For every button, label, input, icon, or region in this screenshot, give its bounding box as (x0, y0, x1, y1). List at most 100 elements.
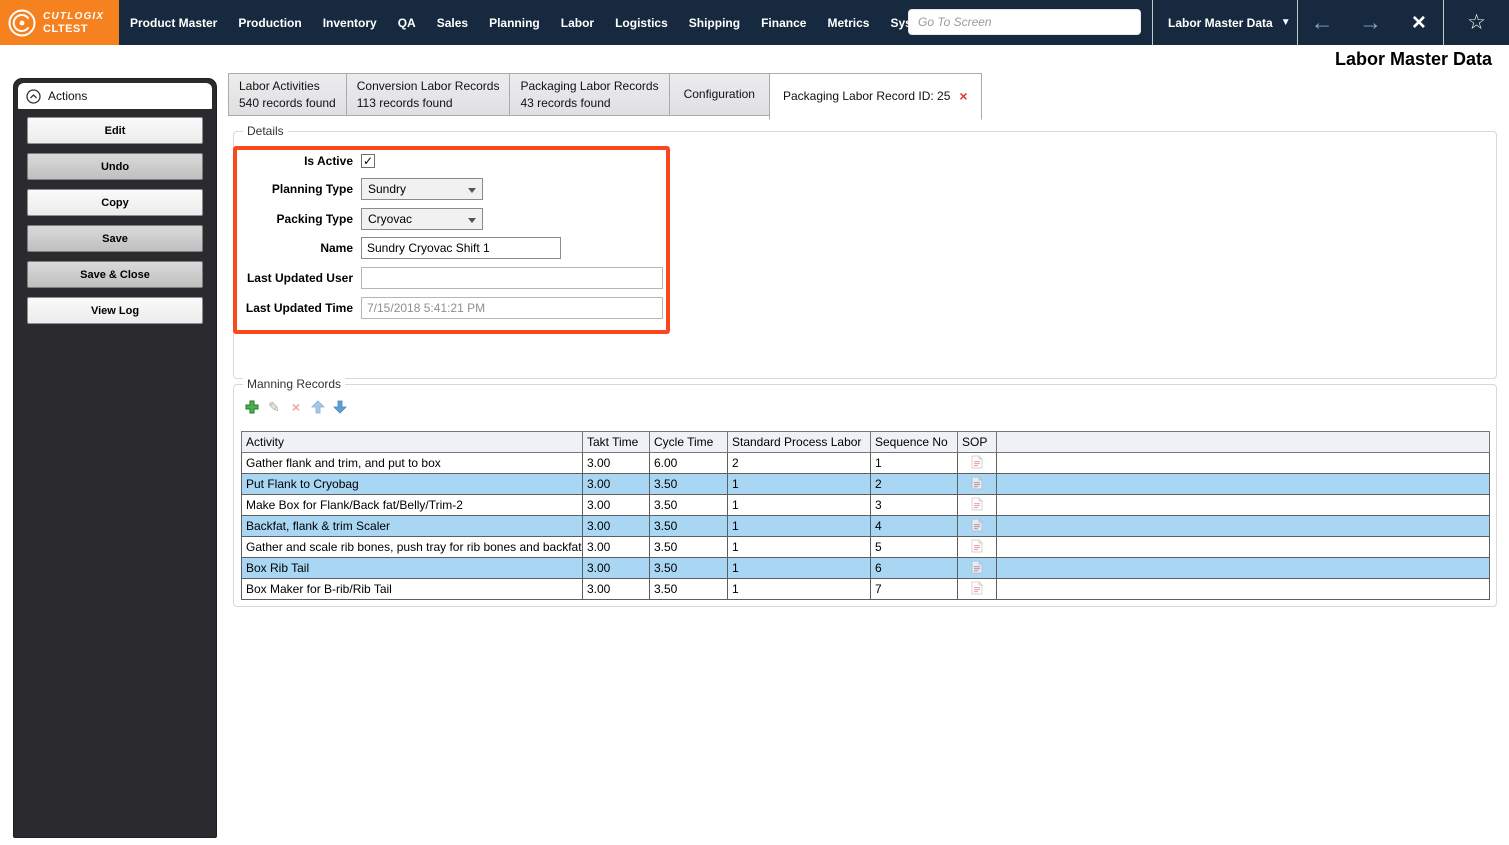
sop-pdf-icon[interactable] (971, 559, 984, 577)
page-title: Labor Master Data (1334, 49, 1492, 69)
brand-name: CUTLOGIX (43, 10, 105, 22)
cell-sequence-no: 5 (870, 536, 958, 558)
cell-activity: Backfat, flank & trim Scaler (241, 515, 583, 537)
cell-filler (996, 494, 1490, 516)
actions-panel: Actions Edit Undo Copy Save Save & Close… (13, 78, 217, 838)
manning-row[interactable]: Gather and scale rib bones, push tray fo… (241, 536, 1490, 558)
save-close-button[interactable]: Save & Close (27, 261, 203, 288)
cell-standard-process-labor: 1 (727, 473, 871, 495)
cell-sequence-no: 3 (870, 494, 958, 516)
tab-close-icon[interactable]: × (959, 88, 967, 105)
go-to-screen-input[interactable] (908, 9, 1141, 35)
col-activity[interactable]: Activity (241, 431, 583, 453)
cell-sequence-no: 2 (870, 473, 958, 495)
menu-shipping[interactable]: Shipping (686, 14, 743, 32)
plus-icon (245, 400, 259, 414)
manning-row[interactable]: Make Box for Flank/Back fat/Belly/Trim-2… (241, 494, 1490, 516)
favorite-button[interactable]: ☆ (1444, 0, 1509, 45)
cell-activity: Box Maker for B-rib/Rib Tail (241, 578, 583, 600)
cell-sop (957, 536, 997, 558)
back-button[interactable]: ← (1298, 0, 1346, 45)
undo-button[interactable]: Undo (27, 153, 203, 180)
is-active-checkbox[interactable]: ✓ (361, 154, 375, 168)
col-sequence-no[interactable]: Sequence No (870, 431, 958, 453)
manning-row[interactable]: Backfat, flank & trim Scaler 3.00 3.50 1… (241, 515, 1490, 537)
sop-pdf-icon[interactable] (971, 475, 984, 493)
col-takt-time[interactable]: Takt Time (582, 431, 650, 453)
cell-sequence-no: 7 (870, 578, 958, 600)
menu-finance[interactable]: Finance (758, 14, 809, 32)
delete-row-button[interactable]: × (288, 399, 304, 415)
move-up-button[interactable] (310, 399, 326, 415)
manning-row[interactable]: Box Rib Tail 3.00 3.50 1 6 (241, 557, 1490, 579)
tab-packaging-labor-record-25[interactable]: Packaging Labor Record ID: 25 × (768, 73, 982, 120)
view-log-button[interactable]: View Log (27, 297, 203, 324)
cell-takt-time: 3.00 (582, 557, 650, 579)
manning-grid-toolbar: ✎ × (244, 398, 348, 416)
cell-takt-time: 3.00 (582, 578, 650, 600)
col-sop[interactable]: SOP (957, 431, 997, 453)
manning-row[interactable]: Gather flank and trim, and put to box 3.… (241, 452, 1490, 474)
packing-type-dropdown[interactable]: Cryovac (361, 208, 483, 230)
last-updated-user-row: Last Updated User (239, 266, 663, 290)
is-active-row: Is Active ✓ (239, 149, 375, 173)
sop-pdf-icon[interactable] (971, 580, 984, 598)
screen-selector-label: Labor Master Data (1168, 15, 1273, 30)
cell-sop (957, 578, 997, 600)
menu-inventory[interactable]: Inventory (320, 14, 380, 32)
menu-production[interactable]: Production (235, 14, 304, 32)
menu-planning[interactable]: Planning (486, 14, 543, 32)
forward-button[interactable]: → (1346, 0, 1394, 45)
sop-pdf-icon[interactable] (971, 517, 984, 535)
app-logo[interactable]: CUTLOGIX CLTEST (0, 0, 119, 45)
tab-configuration[interactable]: Configuration (668, 73, 770, 116)
save-button[interactable]: Save (27, 225, 203, 252)
delete-icon: × (291, 399, 301, 415)
tab-packaging-labor-records[interactable]: Packaging Labor Records 43 records found (509, 73, 670, 116)
tab-conversion-labor-records[interactable]: Conversion Labor Records 113 records fou… (345, 73, 511, 116)
last-updated-time-label: Last Updated Time (245, 301, 353, 315)
actions-panel-title: Actions (48, 89, 88, 103)
sop-pdf-icon[interactable] (971, 454, 984, 472)
tab-labor-activities[interactable]: Labor Activities 540 records found (228, 73, 347, 116)
cell-activity: Gather flank and trim, and put to box (241, 452, 583, 474)
cell-standard-process-labor: 2 (727, 452, 871, 474)
name-input[interactable] (361, 237, 561, 259)
pencil-icon: ✎ (268, 398, 280, 415)
cell-sop (957, 515, 997, 537)
planning-type-dropdown[interactable]: Sundry (361, 178, 483, 200)
menu-product-master[interactable]: Product Master (127, 14, 220, 32)
cell-cycle-time: 3.50 (649, 494, 728, 516)
packing-type-value: Cryovac (368, 212, 413, 226)
chevron-down-icon (468, 188, 476, 193)
grid-header-row: Activity Takt Time Cycle Time Standard P… (241, 431, 1490, 453)
menu-logistics[interactable]: Logistics (612, 14, 671, 32)
col-filler (996, 431, 1490, 453)
main-menu: Product Master Production Inventory QA S… (127, 0, 936, 45)
manning-row[interactable]: Box Maker for B-rib/Rib Tail 3.00 3.50 1… (241, 578, 1490, 600)
menu-qa[interactable]: QA (395, 14, 419, 32)
tab-strip: Labor Activities 540 records found Conve… (228, 73, 982, 120)
cell-takt-time: 3.00 (582, 473, 650, 495)
col-cycle-time[interactable]: Cycle Time (649, 431, 728, 453)
menu-labor[interactable]: Labor (558, 14, 597, 32)
screen-selector[interactable]: Labor Master Data ▼ (1156, 0, 1294, 45)
sop-pdf-icon[interactable] (971, 496, 984, 514)
tab-record-count: 113 records found (356, 96, 453, 110)
close-screen-button[interactable]: × (1395, 0, 1443, 45)
cell-cycle-time: 3.50 (649, 536, 728, 558)
menu-sales[interactable]: Sales (434, 14, 471, 32)
manning-records-legend: Manning Records (243, 377, 346, 391)
sop-pdf-icon[interactable] (971, 538, 984, 556)
manning-row[interactable]: Put Flank to Cryobag 3.00 3.50 1 2 (241, 473, 1490, 495)
menu-metrics[interactable]: Metrics (824, 14, 872, 32)
edit-button[interactable]: Edit (27, 117, 203, 144)
copy-button[interactable]: Copy (27, 189, 203, 216)
move-down-button[interactable] (332, 399, 348, 415)
add-row-button[interactable] (244, 399, 260, 415)
planning-type-value: Sundry (368, 182, 407, 196)
col-standard-process-labor[interactable]: Standard Process Labor (727, 431, 871, 453)
environment-name: CLTEST (43, 22, 88, 35)
edit-row-button[interactable]: ✎ (266, 399, 282, 415)
actions-panel-header[interactable]: Actions (18, 83, 212, 109)
